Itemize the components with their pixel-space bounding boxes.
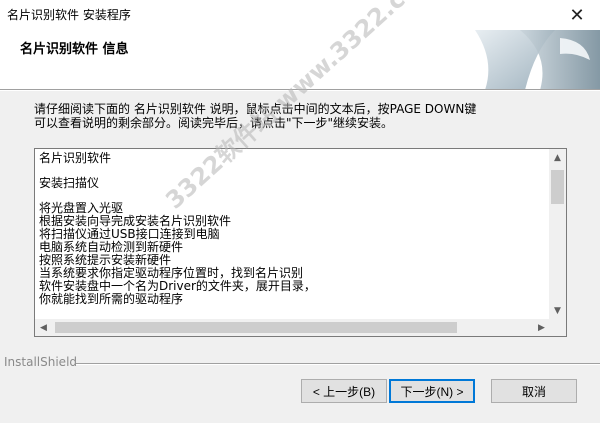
- readme-line: [39, 165, 539, 177]
- next-button[interactable]: 下一步(N) >: [389, 379, 475, 403]
- scroll-left-icon[interactable]: ◀: [35, 319, 52, 336]
- horizontal-scroll-thumb[interactable]: [55, 322, 457, 333]
- wizard-body: 请仔细阅读下面的 名片识别软件 说明，鼠标点击中间的文本后，按PAGE DOWN…: [0, 91, 600, 423]
- readme-content: 名片识别软件 安装扫描仪 将光盘置入光驱 根据安装向导完成安装名片识别软件 将扫描仪通过…: [39, 152, 539, 306]
- footer-divider: [76, 363, 600, 365]
- scroll-up-icon[interactable]: ▲: [549, 149, 566, 166]
- title-bar: 名片识别软件 安装程序 ✕: [0, 0, 600, 30]
- close-icon[interactable]: ✕: [554, 0, 600, 30]
- horizontal-scrollbar[interactable]: ◀ ▶: [35, 319, 550, 336]
- back-button[interactable]: < 上一步(B): [301, 379, 387, 403]
- page-title: 名片识别软件 信息: [20, 42, 129, 57]
- scroll-down-icon[interactable]: ▼: [549, 302, 566, 319]
- wizard-header: 名片识别软件 信息: [0, 30, 600, 90]
- installshield-brand: InstallShield: [4, 355, 78, 369]
- scrollbar-corner: [549, 319, 566, 336]
- readme-line: 名片识别软件: [39, 151, 112, 165]
- readme-textbox[interactable]: 名片识别软件 安装扫描仪 将光盘置入光驱 根据安装向导完成安装名片识别软件 将扫描仪通过…: [34, 148, 567, 337]
- vertical-scrollbar[interactable]: ▲ ▼: [549, 149, 566, 319]
- cancel-button[interactable]: 取消: [491, 379, 577, 403]
- readme-line: 安装扫描仪: [39, 176, 100, 190]
- installshield-art-icon: [465, 30, 600, 89]
- vertical-scroll-thumb[interactable]: [551, 170, 564, 204]
- readme-line: 你就能找到所需的驱动程序: [39, 292, 184, 306]
- instructions-text: 请仔细阅读下面的 名片识别软件 说明，鼠标点击中间的文本后，按PAGE DOWN…: [34, 102, 477, 130]
- window-title: 名片识别软件 安装程序: [7, 8, 131, 22]
- scroll-right-icon[interactable]: ▶: [533, 319, 550, 336]
